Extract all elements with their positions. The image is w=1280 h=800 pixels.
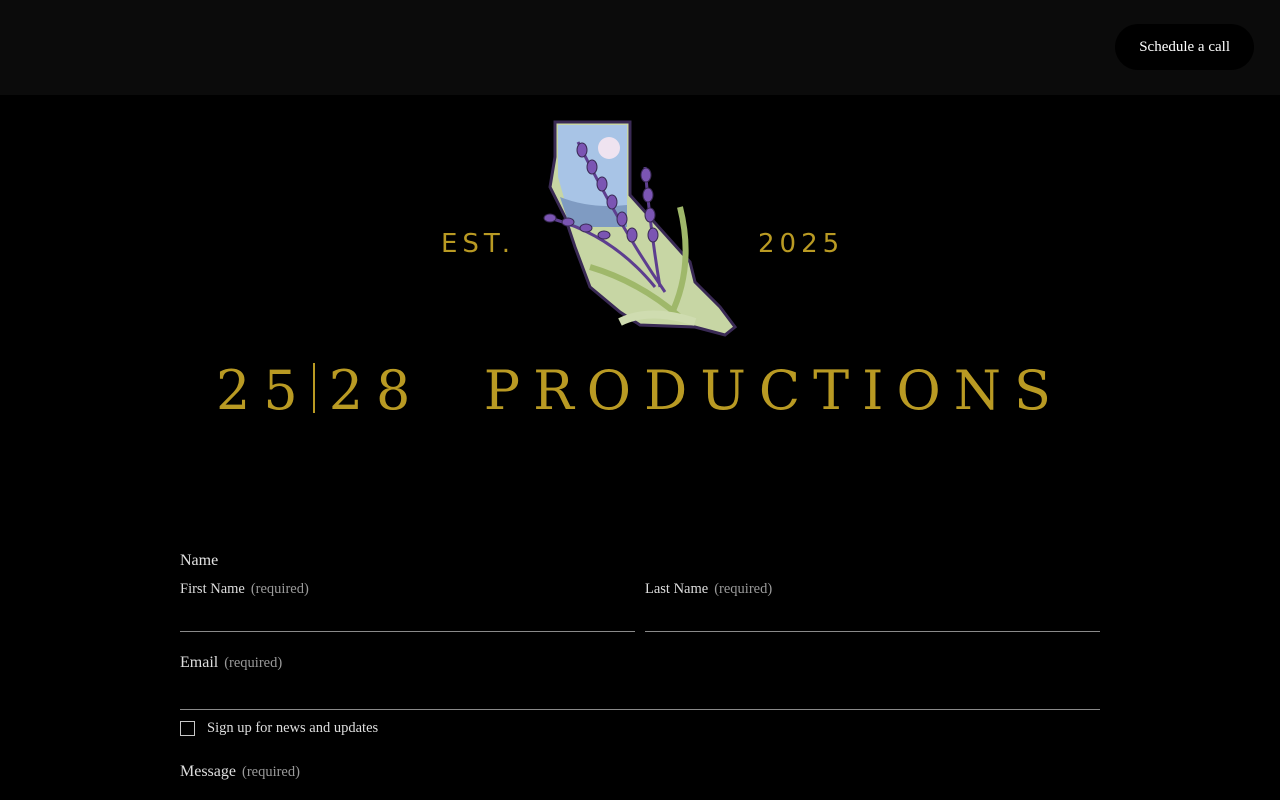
email-field: Email (required) [180,654,1100,710]
brand-number-right: 28 [328,359,424,422]
required-indicator: (required) [250,581,309,597]
first-name-field: First Name (required) [180,580,635,632]
name-legend: Name [180,552,219,569]
california-lavender-emblem-icon [543,120,738,337]
name-row: First Name (required) Last Name (required) [180,580,1100,632]
top-navigation-bar: Schedule a call [0,0,1280,95]
schedule-call-button[interactable]: Schedule a call [1115,24,1254,70]
brand-wordmark: 25 28 PRODUCTIONS [0,359,1280,422]
contact-form: Name First Name (required) Last Name (requ… [180,552,1100,781]
message-field: Message (required) [180,763,1100,781]
first-name-label: First Name [180,581,245,597]
newsletter-label[interactable]: Sign up for news and updates [207,720,378,737]
newsletter-checkbox[interactable] [180,721,195,736]
brand-name: PRODUCTIONS [483,359,1065,422]
brand-number-left: 25 [215,359,311,422]
required-indicator: (required) [224,655,283,671]
last-name-input[interactable] [645,598,1100,632]
last-name-field: Last Name (required) [645,580,1100,632]
message-label: Message [180,763,236,780]
required-indicator: (required) [714,581,773,597]
required-indicator: (required) [241,764,300,780]
email-input[interactable] [180,672,1100,710]
first-name-input[interactable] [180,598,635,632]
brand-logo: EST. 2025 25 28 PRODUCTIONS [0,95,1280,475]
established-year: 2025 [758,229,845,259]
last-name-label: Last Name [645,581,709,597]
brand-divider [312,363,315,413]
newsletter-option[interactable]: Sign up for news and updates [180,720,1100,737]
email-label: Email [180,654,219,671]
established-label: EST. [441,229,515,259]
